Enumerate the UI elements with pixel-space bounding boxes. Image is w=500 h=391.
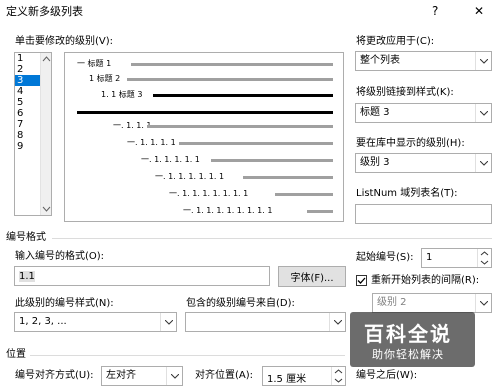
preview-number-text: 一. 1. 1. 1 [113,121,152,130]
gallery-level-select[interactable]: 级别 3 [355,153,492,173]
chevron-down-icon[interactable] [329,313,345,331]
preview-number-text: 一. 1. 1. 1. 1. 1. 1. 1 [169,189,249,198]
level-item[interactable]: 8 [15,130,41,141]
chevron-down-icon[interactable] [475,294,491,312]
restart-label: 重新开始列表的间隔(R): [371,275,480,286]
chevron-down-icon[interactable] [166,367,182,385]
level-list-scrollbar[interactable] [40,53,51,215]
chevron-down-icon[interactable] [475,154,491,172]
restart-checkbox[interactable] [356,275,367,286]
preview-row-1-line [131,63,333,66]
restart-select[interactable]: 级别 2 [372,293,492,313]
link-style-select[interactable]: 标题 3 [355,103,492,123]
preview-number-line [179,142,333,145]
preview-separator-line [77,111,333,114]
position-section-title: 位置 [6,349,26,360]
start-at-spinner[interactable]: 1 [421,248,492,268]
alignment-value: 左对齐 [106,370,136,381]
watermark-title: 百科全说 [364,322,452,346]
preview-number-text: 一. 1. 1. 1. 1 [127,138,176,147]
preview-number-line [243,176,333,179]
chevron-down-icon[interactable] [475,104,491,122]
preview-row-3-text: 1. 1 标题 3 [101,90,143,99]
level-item[interactable]: 5 [15,97,41,108]
dialog-title: 定义新多级列表 [6,5,83,18]
aligned-at-value: 1.5 厘米 [267,374,307,385]
start-at-value: 1 [426,252,433,263]
preview-number-line [275,193,333,196]
number-style-value: 1, 2, 3, ... [19,316,67,327]
level-item[interactable]: 4 [15,86,41,97]
spin-down-icon[interactable] [478,258,491,267]
gallery-level-label: 要在库中显示的级别(H): [356,138,465,149]
format-input[interactable]: 1.1 [14,266,270,286]
apply-to-label: 将更改应用于(C): [356,36,435,47]
preview-pane: 一 标题 1 1 标题 2 1. 1 标题 3 一. 1. 1. 1 一. 1. … [64,52,344,222]
level-item[interactable]: 7 [15,119,41,130]
follow-label: 编号之后(W): [356,370,418,381]
spin-down-icon[interactable] [332,376,345,385]
level-item[interactable]: 2 [15,64,41,75]
close-icon[interactable]: ✕ [474,5,484,17]
chevron-down-icon[interactable] [160,313,176,331]
spin-up-icon[interactable] [478,249,491,258]
spinner-buttons[interactable] [477,249,491,267]
start-at-label: 起始编号(S): [356,252,414,263]
spin-up-icon[interactable] [332,367,345,376]
aligned-at-label: 对齐位置(A): [195,370,254,381]
apply-to-select[interactable]: 整个列表 [355,51,492,71]
preview-number-line [211,159,333,162]
include-from-label: 包含的级别编号来自(D): [186,298,295,309]
listnum-input[interactable] [355,204,492,224]
level-item[interactable]: 3 [15,75,41,86]
preview-number-line [307,210,333,213]
scroll-down-icon[interactable] [42,205,51,213]
apply-to-value: 整个列表 [360,55,400,66]
restart-value: 级别 2 [377,297,407,308]
number-format-divider [52,238,492,239]
level-item[interactable]: 9 [15,141,41,152]
preview-row-3-line [153,94,333,97]
checkmark-icon [357,277,366,284]
level-item[interactable]: 1 [15,53,41,64]
help-button[interactable]: ? [432,5,438,17]
level-list[interactable]: 123456789 [14,52,52,216]
preview-number-text: 一. 1. 1. 1. 1. 1. 1 [155,172,225,181]
alignment-select[interactable]: 左对齐 [101,366,183,386]
level-list-label: 单击要修改的级别(V): [15,36,114,47]
enter-format-label: 输入编号的格式(O): [15,251,105,262]
include-from-select[interactable] [185,312,346,332]
preview-number-text: 一. 1. 1. 1. 1. 1 [141,155,200,164]
preview-row-2-line [127,78,333,81]
link-style-value: 标题 3 [360,107,390,118]
chevron-down-icon[interactable] [475,52,491,70]
preview-number-line [147,125,333,128]
preview-row-2-text: 1 标题 2 [89,74,121,83]
position-divider [30,355,345,356]
spinner-buttons[interactable] [331,367,345,385]
preview-row-1-text: 一 标题 1 [77,59,112,68]
aligned-at-spinner[interactable]: 1.5 厘米 [262,366,346,386]
alignment-label: 编号对齐方式(U): [15,370,94,381]
level-item[interactable]: 6 [15,108,41,119]
gallery-level-value: 级别 3 [360,157,390,168]
listnum-label: ListNum 域列表名(T): [356,188,458,199]
link-style-label: 将级别链接到样式(K): [356,87,454,98]
number-style-label: 此级别的编号样式(N): [15,298,114,309]
watermark-subtitle: 助你轻松解决 [372,348,444,361]
number-style-select[interactable]: 1, 2, 3, ... [14,312,177,332]
format-value: 1.1 [19,271,35,282]
scroll-up-icon[interactable] [42,55,51,63]
watermark: 百科全说 助你轻松解决 [350,312,475,367]
font-button[interactable]: 字体(F)... [278,266,346,287]
preview-number-text: 一. 1. 1. 1. 1. 1. 1. 1. 1 [183,206,273,215]
number-format-section-title: 编号格式 [6,232,46,243]
